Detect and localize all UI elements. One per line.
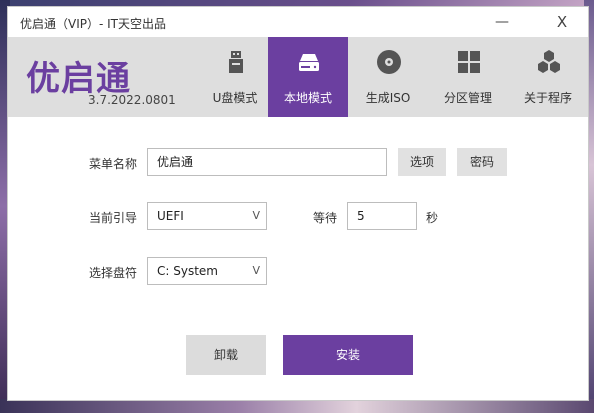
- tab-label: 生成ISO: [365, 91, 411, 105]
- install-button[interactable]: 安装: [283, 335, 413, 375]
- tab-label: U盘模式: [212, 91, 258, 105]
- hexagon-cluster-icon: [538, 50, 560, 73]
- boot-mode-value: UEFI: [157, 209, 184, 223]
- menu-name-input[interactable]: 优启通: [147, 148, 387, 176]
- tab-label: 关于程序: [523, 91, 572, 105]
- password-button[interactable]: 密码: [457, 148, 507, 176]
- header-bar: 优启通 3.7.2022.0801 U盘模式 本地模式 生成ISO 分区管理 关…: [8, 37, 588, 117]
- tab-label: 分区管理: [443, 91, 492, 105]
- chevron-down-icon: V: [252, 264, 260, 277]
- uninstall-button[interactable]: 卸载: [186, 335, 266, 375]
- window-title: 优启通（VIP）- IT天空出品: [20, 17, 166, 31]
- version-label: 3.7.2022.0801: [88, 93, 176, 107]
- tab-make-iso[interactable]: 生成ISO: [348, 37, 428, 117]
- drive-label: 选择盘符: [89, 266, 138, 280]
- tab-label: 本地模式: [283, 91, 332, 105]
- boot-label: 当前引导: [89, 211, 138, 225]
- tab-usb-mode[interactable]: U盘模式: [195, 37, 275, 117]
- partition-grid-icon: [458, 51, 480, 73]
- minimize-button[interactable]: —: [482, 9, 522, 35]
- tab-about[interactable]: 关于程序: [508, 37, 588, 117]
- title-bar: 优启通（VIP）- IT天空出品 — X: [8, 7, 588, 37]
- app-window: 优启通（VIP）- IT天空出品 — X 优启通 3.7.2022.0801 U…: [7, 6, 589, 401]
- close-button[interactable]: X: [542, 9, 582, 35]
- boot-mode-select[interactable]: UEFI V: [147, 202, 267, 230]
- usb-drive-icon: [229, 51, 243, 73]
- wait-seconds-input[interactable]: 5: [347, 202, 417, 230]
- hard-drive-icon: [299, 54, 319, 71]
- tab-partition-manager[interactable]: 分区管理: [428, 37, 508, 117]
- background-edge-bottom: [0, 399, 594, 413]
- tab-local-mode[interactable]: 本地模式: [268, 37, 348, 117]
- options-button[interactable]: 选项: [398, 148, 446, 176]
- disc-icon: [377, 50, 401, 74]
- chevron-down-icon: V: [252, 209, 260, 222]
- menu-name-label: 菜单名称: [89, 157, 138, 171]
- drive-letter-value: C: System: [157, 264, 218, 278]
- wait-unit-label: 秒: [426, 211, 439, 225]
- drive-letter-select[interactable]: C: System V: [147, 257, 267, 285]
- wait-label: 等待: [313, 211, 338, 225]
